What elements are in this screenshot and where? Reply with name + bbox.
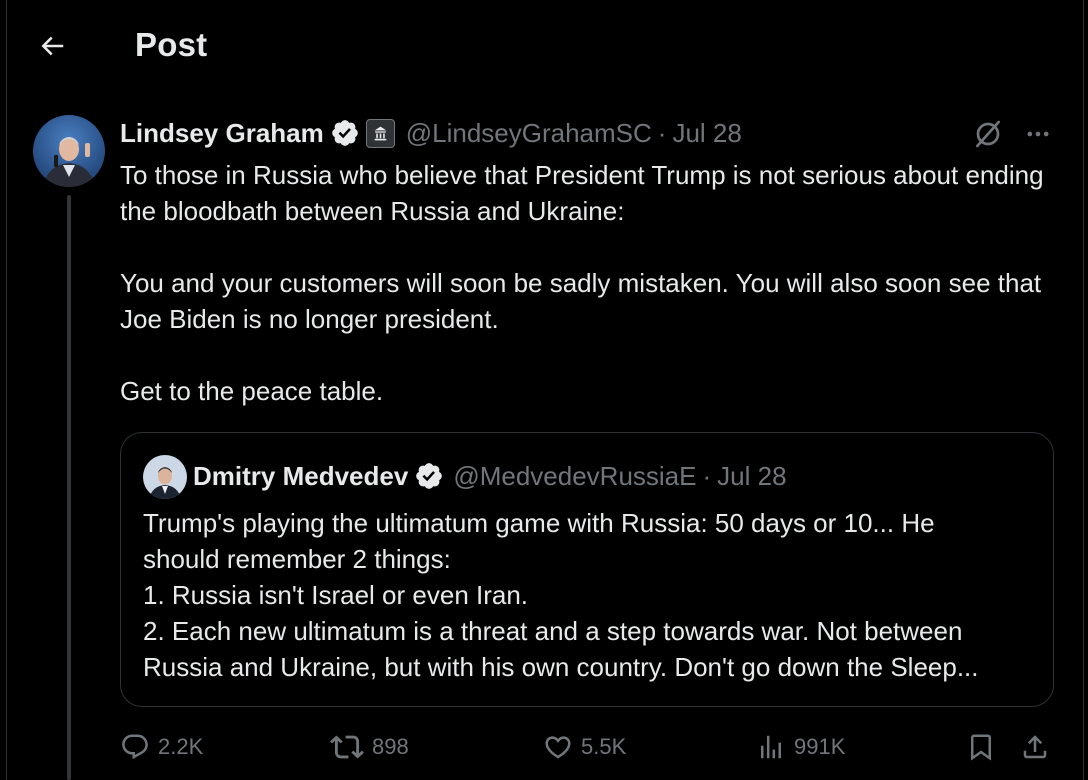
grok-button[interactable] [970, 116, 1006, 152]
quoted-text-line: should remember 2 things: [143, 544, 451, 574]
bookmark-icon [971, 734, 991, 761]
reply-count: 2.2K [158, 734, 204, 759]
quoted-post-body: Trump's playing the ultimatum game with … [143, 505, 1043, 685]
quoted-author-name[interactable]: Dmitry Medvedev [193, 461, 408, 492]
quoted-author-avatar[interactable] [143, 455, 187, 499]
views-count: 991K [794, 734, 846, 759]
quoted-text-line: 1. Russia isn't Israel or even Iran. [143, 580, 529, 610]
quoted-text-line: 2. Each new ultimatum is a threat and a … [143, 616, 963, 646]
views-chart-icon [761, 735, 781, 759]
share-icon [1023, 735, 1047, 759]
like-count: 5.5K [581, 734, 627, 759]
grok-icon [976, 120, 1000, 148]
thread-line [67, 195, 71, 780]
verified-badge-icon[interactable] [330, 118, 360, 148]
quoted-post-header: Dmitry Medvedev @MedvedevRussiaE · Jul 2… [193, 459, 787, 493]
frame-border-left [6, 0, 7, 780]
post-header: Lindsey Graham @LindseyGrahamSC · Jul 28 [120, 116, 742, 150]
more-dots-icon [1027, 131, 1049, 137]
back-button[interactable] [30, 24, 74, 68]
post-paragraph: To those in Russia who believe that Pres… [120, 160, 1044, 226]
repost-button[interactable]: 898 [330, 722, 409, 772]
meta-separator: · [702, 460, 712, 491]
post-body: To those in Russia who believe that Pres… [120, 157, 1060, 409]
quoted-text-line: Trump's playing the ultimatum game with … [143, 508, 935, 538]
post-actions-bar: 2.2K 898 5.5K 991K [0, 722, 1088, 772]
post-date[interactable]: Jul 28 [672, 118, 741, 149]
repost-count: 898 [372, 734, 409, 759]
page-header: Post [0, 0, 1088, 92]
page-title: Post [135, 26, 208, 63]
like-button[interactable]: 5.5K [543, 722, 626, 772]
share-button[interactable] [1020, 722, 1050, 772]
views-button[interactable]: 991K [756, 722, 845, 772]
quoted-text-line: Russia and Ukraine, but with his own cou… [143, 652, 979, 682]
post-paragraph: Get to the peace table. [120, 376, 384, 406]
reply-icon [122, 734, 148, 760]
author-avatar[interactable] [33, 115, 105, 187]
post-paragraph: You and your customers will soon be sadl… [120, 268, 1042, 334]
quoted-post-date[interactable]: Jul 28 [717, 461, 786, 492]
verified-badge-icon[interactable] [414, 461, 444, 491]
reply-button[interactable]: 2.2K [120, 722, 203, 772]
bookmark-button[interactable] [966, 722, 996, 772]
more-options-button[interactable] [1018, 116, 1058, 152]
quoted-post[interactable]: Dmitry Medvedev @MedvedevRussiaE · Jul 2… [120, 432, 1054, 707]
repost-icon [330, 735, 364, 759]
heart-icon [545, 736, 571, 759]
frame-border-right [1083, 0, 1084, 780]
arrow-left-icon [41, 36, 64, 56]
author-name[interactable]: Lindsey Graham [120, 118, 324, 149]
author-handle[interactable]: @LindseyGrahamSC [406, 118, 652, 149]
government-building-icon[interactable] [365, 118, 395, 148]
quoted-author-handle[interactable]: @MedvedevRussiaE [453, 461, 696, 492]
meta-separator: · [657, 117, 667, 148]
